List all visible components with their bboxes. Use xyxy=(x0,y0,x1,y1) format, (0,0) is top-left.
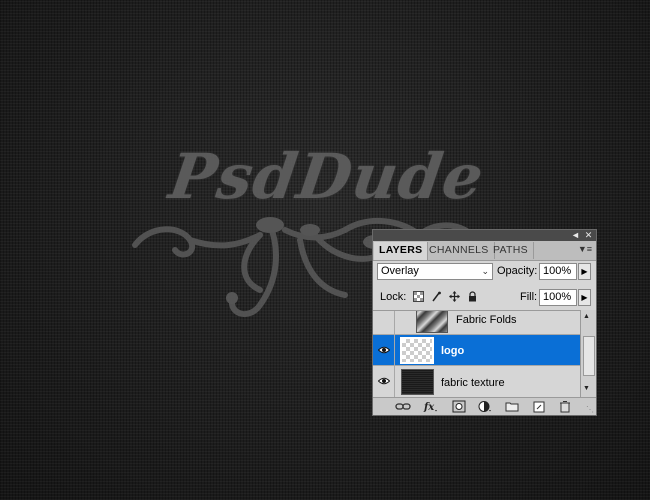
visibility-toggle[interactable] xyxy=(373,366,395,397)
opacity-slider-button[interactable]: ▶ xyxy=(578,263,591,280)
delete-layer-icon[interactable] xyxy=(557,400,573,413)
link-layers-icon[interactable] xyxy=(395,400,411,413)
layer-row-selected[interactable]: logo xyxy=(373,335,580,366)
new-layer-icon[interactable] xyxy=(531,400,547,413)
chevron-down-icon: ⌄ xyxy=(481,266,489,276)
scroll-up-icon[interactable]: ▲ xyxy=(583,313,590,320)
lock-image-pixels-icon[interactable] xyxy=(431,291,442,302)
tab-channels[interactable]: CHANNELS xyxy=(424,242,495,259)
layers-list: Fabric Folds logo fabric texture xyxy=(373,310,580,398)
panel-footer: fx ⋱ xyxy=(373,397,596,415)
layer-style-fx-icon[interactable]: fx xyxy=(423,400,439,413)
lock-transparent-pixels-icon[interactable] xyxy=(413,291,424,302)
blend-mode-value: Overlay xyxy=(381,265,419,277)
layer-row[interactable]: fabric texture xyxy=(373,366,580,398)
fill-label: Fill: xyxy=(520,291,538,303)
logo-text: PsdDude xyxy=(164,140,489,213)
close-icon[interactable]: ✕ xyxy=(583,230,594,241)
resize-grip-icon[interactable]: ⋱ xyxy=(586,405,594,414)
opacity-label: Opacity: xyxy=(497,265,538,277)
opacity-input[interactable]: 100% xyxy=(539,263,577,280)
scroll-thumb[interactable] xyxy=(583,336,595,376)
layer-name: fabric texture xyxy=(441,377,505,389)
eye-icon xyxy=(378,346,390,354)
layer-thumbnail xyxy=(400,337,434,364)
panel-menu-icon[interactable]: ▼≡ xyxy=(578,244,592,254)
layer-row[interactable]: Fabric Folds xyxy=(373,311,580,335)
layers-panel: ◄ ✕ LAYERS CHANNELS PATHS ▼≡ Overlay ⌄ O… xyxy=(372,229,597,416)
fill-input[interactable]: 100% xyxy=(539,289,577,306)
layer-thumbnail xyxy=(416,311,448,333)
new-group-icon[interactable] xyxy=(504,400,520,413)
layers-scrollbar[interactable]: ▲ ▼ xyxy=(580,310,596,397)
panel-tabs: LAYERS CHANNELS PATHS ▼≡ xyxy=(373,241,596,261)
fill-slider-button[interactable]: ▶ xyxy=(578,289,591,306)
blend-mode-select[interactable]: Overlay ⌄ xyxy=(377,263,493,280)
tab-layers[interactable]: LAYERS xyxy=(374,242,429,260)
layer-name: logo xyxy=(441,345,465,357)
lock-position-icon[interactable] xyxy=(449,291,460,302)
visibility-toggle[interactable] xyxy=(373,335,395,365)
scroll-down-icon[interactable]: ▼ xyxy=(583,385,590,392)
collapse-icon[interactable]: ◄ xyxy=(570,230,581,241)
svg-text:fx: fx xyxy=(423,402,435,413)
layer-name: Fabric Folds xyxy=(456,314,517,326)
layer-thumbnail xyxy=(401,369,434,395)
lock-label: Lock: xyxy=(380,291,407,303)
lock-all-icon[interactable] xyxy=(467,291,478,302)
add-mask-icon[interactable] xyxy=(451,400,467,413)
adjustment-layer-icon[interactable] xyxy=(477,400,493,413)
tab-paths[interactable]: PATHS xyxy=(488,242,534,259)
panel-titlebar[interactable]: ◄ ✕ xyxy=(373,230,596,241)
eye-icon xyxy=(378,377,390,385)
visibility-toggle[interactable] xyxy=(373,311,395,334)
